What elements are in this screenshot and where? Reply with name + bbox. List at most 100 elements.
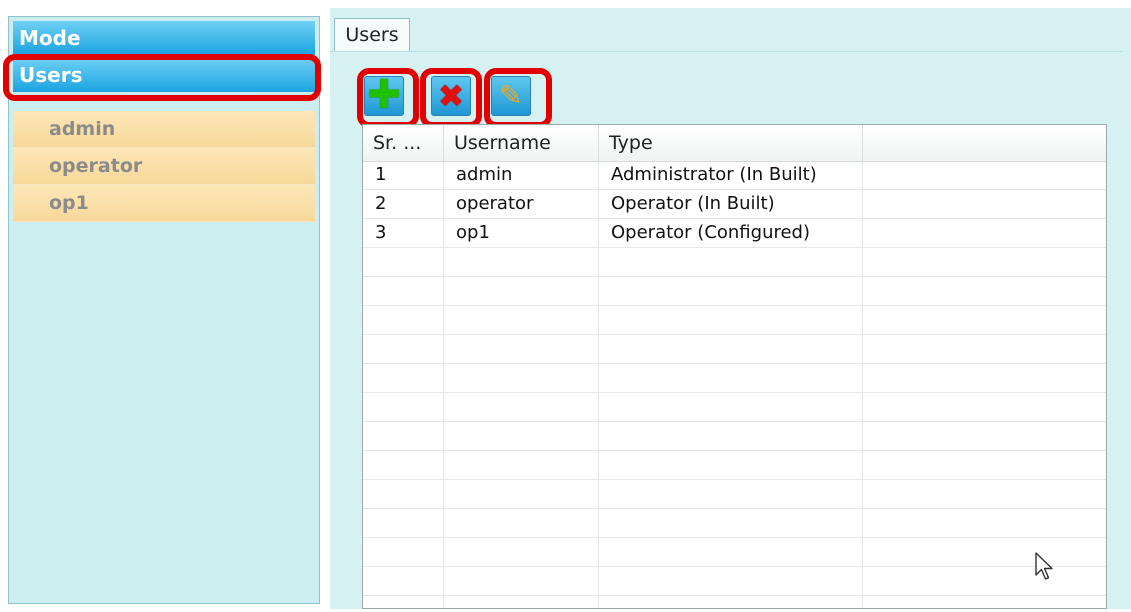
cell-sr: [363, 451, 444, 479]
cell-sr: [363, 364, 444, 392]
table-row[interactable]: [363, 451, 1106, 480]
content-area: Users ✚ ✖ ✎ Sr. ... Username Type 1 admin…: [330, 8, 1131, 609]
mouse-cursor-icon: [1035, 552, 1053, 580]
table-row[interactable]: [363, 364, 1106, 393]
cell-empty: [863, 393, 1106, 421]
cell-empty: [863, 596, 1106, 608]
cell-empty: [863, 422, 1106, 450]
delete-button-highlight: [420, 68, 482, 128]
table-row[interactable]: [363, 480, 1106, 509]
cell-type: [599, 364, 863, 392]
cell-sr: [363, 277, 444, 305]
table-row[interactable]: [363, 393, 1106, 422]
cell-empty: [863, 538, 1106, 566]
table-row[interactable]: [363, 277, 1106, 306]
table-row[interactable]: [363, 422, 1106, 451]
cell-sr: [363, 596, 444, 608]
cell-username: [444, 567, 599, 595]
table-row[interactable]: [363, 306, 1106, 335]
table-row[interactable]: [363, 248, 1106, 277]
cell-sr: [363, 567, 444, 595]
column-header-type[interactable]: Type: [599, 125, 863, 161]
cell-sr: [363, 422, 444, 450]
cell-sr: [363, 393, 444, 421]
cell-sr: 1: [363, 161, 444, 189]
cell-type: [599, 538, 863, 566]
cell-sr: 2: [363, 190, 444, 218]
cell-username: operator: [444, 190, 599, 218]
cell-empty: [863, 364, 1106, 392]
table-row[interactable]: 2 operator Operator (In Built): [363, 190, 1106, 219]
cell-type: [599, 567, 863, 595]
cell-username: op1: [444, 219, 599, 247]
cell-username: [444, 509, 599, 537]
cell-username: [444, 393, 599, 421]
users-table[interactable]: Sr. ... Username Type 1 admin Administrato…: [362, 124, 1107, 609]
cell-username: [444, 538, 599, 566]
cell-empty: [863, 277, 1106, 305]
cell-sr: [363, 335, 444, 363]
cell-username: [444, 248, 599, 276]
cell-sr: [363, 480, 444, 508]
cell-type: Operator (In Built): [599, 190, 863, 218]
cell-type: [599, 480, 863, 508]
cell-type: Operator (Configured): [599, 219, 863, 247]
cell-username: [444, 364, 599, 392]
cell-type: [599, 248, 863, 276]
cell-type: [599, 509, 863, 537]
cell-sr: [363, 509, 444, 537]
cell-empty: [863, 248, 1106, 276]
table-row[interactable]: [363, 538, 1106, 567]
cell-empty: [863, 306, 1106, 334]
cell-sr: [363, 538, 444, 566]
cell-username: [444, 277, 599, 305]
add-button-highlight: [357, 68, 419, 128]
cell-username: admin: [444, 161, 599, 189]
cell-sr: 3: [363, 219, 444, 247]
edit-button-highlight: [484, 68, 552, 128]
table-row[interactable]: [363, 335, 1106, 364]
cell-username: [444, 422, 599, 450]
cell-type: [599, 393, 863, 421]
tree-item-operator[interactable]: operator: [13, 148, 315, 185]
cell-empty: [863, 480, 1106, 508]
cell-type: [599, 277, 863, 305]
cell-username: [444, 451, 599, 479]
left-panel: Mode Users admin operator op1: [8, 16, 320, 604]
user-tree-list: admin operator op1: [13, 111, 315, 222]
column-header-empty: [863, 125, 1106, 161]
cell-username: [444, 306, 599, 334]
cell-empty: [863, 335, 1106, 363]
cell-username: [444, 480, 599, 508]
tab-users[interactable]: Users: [334, 18, 410, 52]
column-header-username[interactable]: Username: [444, 125, 599, 161]
cell-username: [444, 335, 599, 363]
table-body: 1 admin Administrator (In Built) 2 operator O…: [363, 161, 1106, 608]
cell-empty: [863, 190, 1106, 218]
cell-type: [599, 422, 863, 450]
cell-type: Administrator (In Built): [599, 161, 863, 189]
mode-header[interactable]: Mode: [13, 21, 315, 55]
table-row[interactable]: [363, 567, 1106, 596]
users-node-highlight: [3, 54, 321, 101]
table-row[interactable]: 3 op1 Operator (Configured): [363, 219, 1106, 248]
cell-username: [444, 596, 599, 608]
cell-empty: [863, 451, 1106, 479]
cell-empty: [863, 161, 1106, 189]
cell-type: [599, 335, 863, 363]
table-row[interactable]: [363, 509, 1106, 538]
cell-empty: [863, 219, 1106, 247]
table-header: Sr. ... Username Type: [363, 125, 1106, 162]
table-row[interactable]: 1 admin Administrator (In Built): [363, 161, 1106, 190]
cell-sr: [363, 306, 444, 334]
tree-item-op1[interactable]: op1: [13, 185, 315, 222]
cell-sr: [363, 248, 444, 276]
cell-empty: [863, 567, 1106, 595]
tree-item-admin[interactable]: admin: [13, 111, 315, 148]
table-row[interactable]: [363, 596, 1106, 608]
column-header-sr[interactable]: Sr. ...: [363, 125, 444, 161]
cell-type: [599, 596, 863, 608]
cell-empty: [863, 509, 1106, 537]
cell-type: [599, 306, 863, 334]
cell-type: [599, 451, 863, 479]
